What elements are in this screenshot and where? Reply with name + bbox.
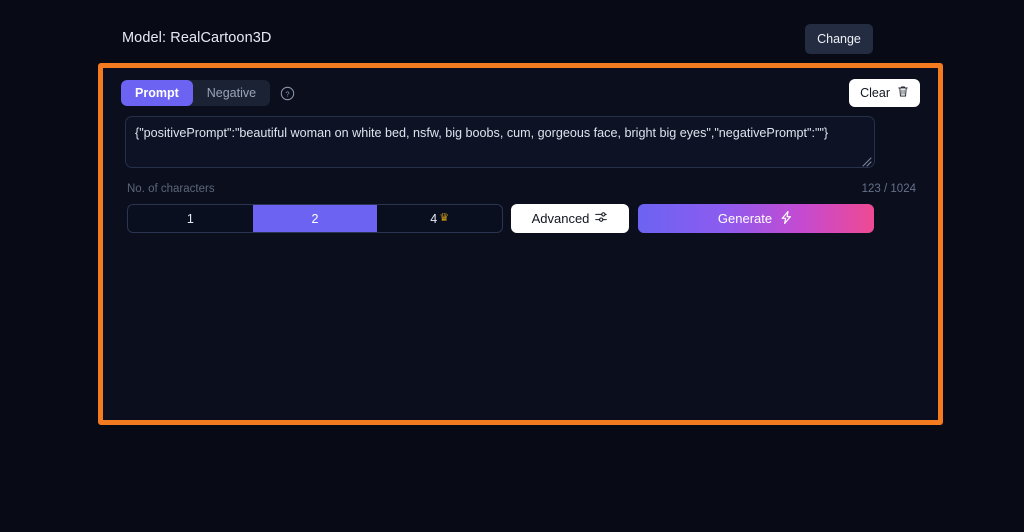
lightning-bolt-icon (779, 210, 794, 228)
batch-size-option-4[interactable]: 4 ♛ (377, 205, 502, 232)
prompt-textarea[interactable]: {"positivePrompt":"beautiful woman on wh… (125, 116, 875, 168)
character-counter-label: No. of characters (127, 183, 215, 195)
batch-size-option-2[interactable]: 2 (252, 205, 378, 232)
question-circle-icon[interactable]: ? (280, 86, 295, 101)
batch-size-option-1[interactable]: 1 (128, 205, 253, 232)
tab-negative[interactable]: Negative (193, 80, 270, 106)
header: Model: RealCartoon3D Change (0, 0, 1024, 62)
clear-button-label: Clear (860, 86, 890, 100)
model-label: Model: RealCartoon3D (122, 30, 272, 46)
batch-size-option-4-label: 4 (430, 211, 438, 226)
svg-text:?: ? (286, 89, 290, 98)
prompt-panel: Prompt Negative ? Clear {"positivePrompt… (98, 63, 943, 425)
prompt-tabs: Prompt Negative (121, 80, 271, 106)
character-counter-value: 123 / 1024 (861, 183, 916, 195)
app-root: Model: RealCartoon3D Change Prompt Negat… (0, 0, 1024, 532)
change-model-button[interactable]: Change (805, 24, 873, 54)
advanced-button-label: Advanced (531, 211, 590, 226)
clear-button[interactable]: Clear (849, 79, 920, 107)
prompt-tabs-row: Prompt Negative ? (121, 80, 295, 106)
batch-size-segmented-control: 1 2 4 ♛ (127, 204, 503, 233)
trash-icon (897, 85, 909, 101)
sliders-icon (594, 210, 608, 227)
textarea-resize-handle[interactable] (860, 154, 872, 167)
crown-icon: ♛ (439, 212, 450, 224)
prompt-textarea-value: {"positivePrompt":"beautiful woman on wh… (135, 126, 829, 140)
advanced-button[interactable]: Advanced (511, 204, 629, 233)
generate-button-label: Generate (717, 211, 773, 226)
generate-button[interactable]: Generate (638, 204, 874, 233)
bottom-toolbar: 2 (0, 480, 1024, 532)
tab-prompt[interactable]: Prompt (121, 80, 193, 106)
